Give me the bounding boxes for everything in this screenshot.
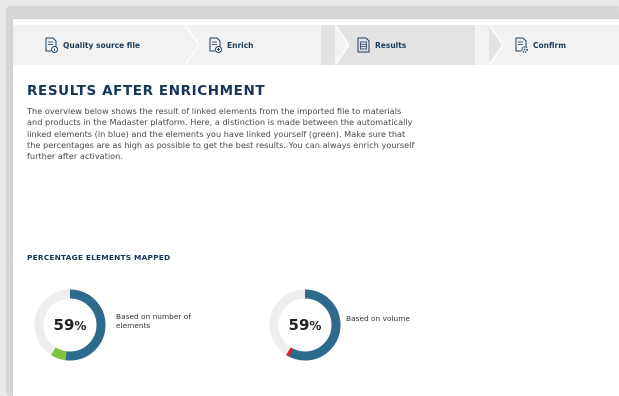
gauge-number-of-elements: 59% <box>33 288 107 362</box>
gauge-label: Based on volume <box>346 314 410 323</box>
mapped-heading: PERCENTAGE ELEMENTS MAPPED <box>27 253 171 262</box>
step-label: Quality source file <box>63 40 141 50</box>
document-info-icon <box>45 37 58 53</box>
wizard-stepper: Quality source file Enrich Results Confi… <box>13 25 619 65</box>
step-label: Enrich <box>227 40 254 50</box>
step-quality-source-file[interactable]: Quality source file <box>13 25 199 65</box>
gauge-percentage: 59% <box>53 316 87 334</box>
page-title: RESULTS AFTER ENRICHMENT <box>27 83 266 99</box>
gauge-volume: 59% <box>268 288 342 362</box>
page-description: The overview below shows the result of l… <box>27 106 415 162</box>
step-label: Confirm <box>533 40 567 50</box>
document-add-icon <box>209 37 222 53</box>
document-list-icon <box>357 37 370 53</box>
step-label: Results <box>375 40 407 50</box>
gauge-label: Based on number of elements <box>116 312 191 330</box>
wizard-panel: Quality source file Enrich Results Confi… <box>12 18 619 396</box>
gauge-percentage: 59% <box>288 316 322 334</box>
document-settings-icon <box>515 37 528 53</box>
results-section: RESULTS AFTER ENRICHMENT The overview be… <box>27 83 427 162</box>
